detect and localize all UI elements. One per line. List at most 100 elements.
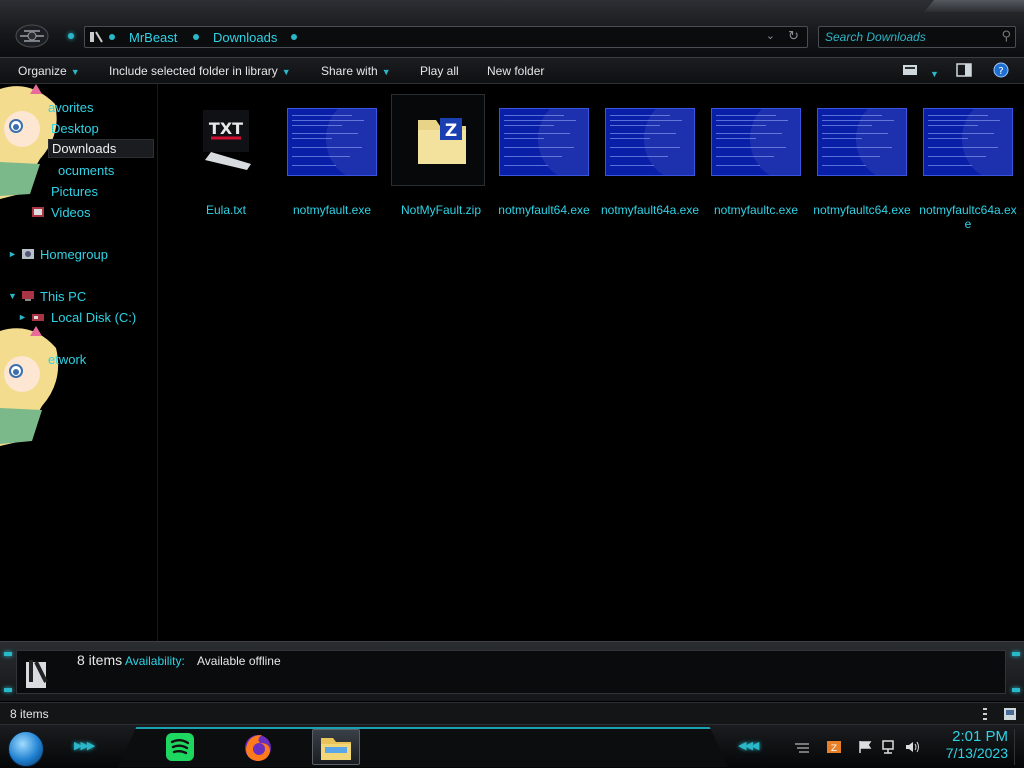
line: [504, 115, 564, 116]
line: [822, 138, 862, 139]
file-item[interactable]: notmyfault64.exe: [494, 108, 594, 238]
breadcrumb-separator[interactable]: [109, 34, 115, 40]
back-forward-icon[interactable]: [14, 22, 50, 50]
nav-favorites[interactable]: avorites: [48, 99, 94, 116]
file-name: notmyfaultc.exe: [713, 203, 799, 217]
bsod-thumbnail-icon: [923, 108, 1013, 176]
large-icons-view-icon[interactable]: [1003, 707, 1017, 721]
collapse-chevron-icon[interactable]: ▼: [8, 291, 17, 301]
file-name: Eula.txt: [205, 203, 247, 217]
line: [292, 165, 336, 166]
search-placeholder: Search Downloads: [825, 30, 926, 44]
bsod-thumbnail-icon: [605, 108, 695, 176]
nav-downloads[interactable]: Downloads: [48, 139, 154, 158]
folder-path-icon: [89, 30, 103, 44]
firefox-app-icon[interactable]: [240, 729, 276, 765]
tray-app-icon[interactable]: Z: [826, 740, 842, 754]
bsod-thumbnail-icon: [817, 108, 907, 176]
availability-value: Available offline: [197, 654, 281, 668]
refresh-icon[interactable]: ↻: [788, 28, 799, 44]
spotify-app-icon[interactable]: [162, 729, 198, 765]
network-icon[interactable]: [881, 740, 897, 754]
system-clock[interactable]: 2:01 PM 7/13/2023: [946, 728, 1008, 762]
chevron-down-icon: ▼: [70, 67, 80, 77]
svg-text:TXT: TXT: [209, 119, 243, 138]
file-item[interactable]: TXT Eula.txt: [176, 108, 276, 238]
file-name: notmyfault64a.exe: [600, 203, 700, 217]
line: [504, 138, 544, 139]
breadcrumb-separator[interactable]: [291, 34, 297, 40]
address-history-chevron-icon[interactable]: ⌄: [766, 29, 775, 42]
breadcrumb-downloads[interactable]: Downloads: [213, 29, 277, 47]
line: [928, 138, 968, 139]
nav-local-disk[interactable]: Local Disk (C:): [51, 309, 136, 326]
nav-documents[interactable]: ocuments: [58, 162, 114, 179]
line: [292, 115, 352, 116]
include-library-label: Include selected folder in library: [109, 64, 278, 78]
file-item[interactable]: Z NotMyFault.zip: [391, 94, 491, 238]
availability-label: Availability:: [125, 654, 185, 668]
expand-chevron-icon[interactable]: ►: [8, 249, 17, 259]
start-button[interactable]: [8, 731, 44, 767]
line: [504, 125, 554, 126]
line: [822, 165, 866, 166]
new-folder-button[interactable]: New folder: [487, 63, 544, 79]
view-options-chevron-icon[interactable]: ▼: [926, 65, 939, 82]
line: [716, 115, 776, 116]
line: [928, 133, 994, 134]
svg-text:Z: Z: [445, 121, 457, 141]
line: [504, 133, 570, 134]
recent-pages-dot[interactable]: [68, 33, 74, 39]
search-input[interactable]: Search Downloads ⚲: [818, 26, 1016, 48]
nav-this-pc[interactable]: This PC: [40, 288, 86, 305]
nav-network[interactable]: etwork: [48, 351, 86, 368]
nav-pictures[interactable]: Pictures: [51, 183, 98, 200]
help-icon[interactable]: ?: [993, 62, 1009, 78]
change-view-icon[interactable]: [902, 63, 918, 77]
search-icon[interactable]: ⚲: [1001, 28, 1011, 44]
volume-icon[interactable]: [905, 740, 921, 754]
file-item[interactable]: notmyfault64a.exe: [600, 108, 700, 238]
local-disk-icon: [32, 314, 44, 321]
file-name: notmyfault.exe: [292, 203, 372, 217]
share-with-button[interactable]: Share with ▼: [321, 63, 391, 80]
line: [716, 125, 766, 126]
nav-desktop[interactable]: Desktop: [51, 120, 99, 137]
status-bar: 8 items: [0, 702, 1024, 724]
line: [716, 138, 756, 139]
nav-homegroup[interactable]: Homegroup: [40, 246, 108, 263]
bsod-thumbnail-icon: [711, 108, 801, 176]
txt-file-icon: TXT: [203, 110, 251, 170]
play-all-button[interactable]: Play all: [420, 63, 459, 79]
navigation-pane: avorites Desktop Downloads ocuments Pict…: [0, 84, 158, 641]
file-item[interactable]: notmyfaultc.exe: [706, 108, 806, 238]
breadcrumb-mrbeast[interactable]: MrBeast: [129, 29, 177, 47]
show-desktop-button[interactable]: [1014, 729, 1022, 765]
line: [822, 133, 888, 134]
preview-pane-icon[interactable]: [956, 63, 972, 77]
expand-chevron-icon[interactable]: ►: [18, 312, 27, 322]
file-item[interactable]: notmyfault.exe: [282, 108, 382, 238]
bsod-thumbnail-icon: [287, 108, 377, 176]
nav-videos[interactable]: Videos: [51, 204, 91, 221]
breadcrumb-separator[interactable]: [193, 34, 199, 40]
line: [504, 120, 576, 121]
svg-text:?: ?: [998, 66, 1003, 77]
details-view-icon[interactable]: [978, 707, 992, 721]
file-item[interactable]: notmyfaultc64a.exe: [918, 108, 1018, 238]
organize-button[interactable]: Organize ▼: [18, 63, 80, 80]
organize-label: Organize: [18, 64, 67, 78]
file-explorer-taskbar-button[interactable]: [312, 729, 360, 765]
chevron-down-icon: ▼: [281, 67, 291, 77]
file-list: TXT Eula.txt notmyfault.exe Z NotMyFault…: [159, 84, 1024, 641]
action-center-flag-icon[interactable]: [857, 740, 873, 754]
line: [822, 120, 894, 121]
address-bar[interactable]: MrBeast Downloads ⌄ ↻: [84, 26, 808, 48]
tray-overflow-icon[interactable]: [794, 740, 810, 754]
include-in-library-button[interactable]: Include selected folder in library ▼: [109, 63, 291, 80]
file-item[interactable]: notmyfaultc64.exe: [812, 108, 912, 238]
character-sticker-icon: [0, 326, 59, 446]
zip-folder-icon: Z: [418, 118, 466, 164]
chevron-decoration-icon: ▶▶▶: [74, 740, 95, 752]
multiple-files-icon: [26, 660, 48, 688]
